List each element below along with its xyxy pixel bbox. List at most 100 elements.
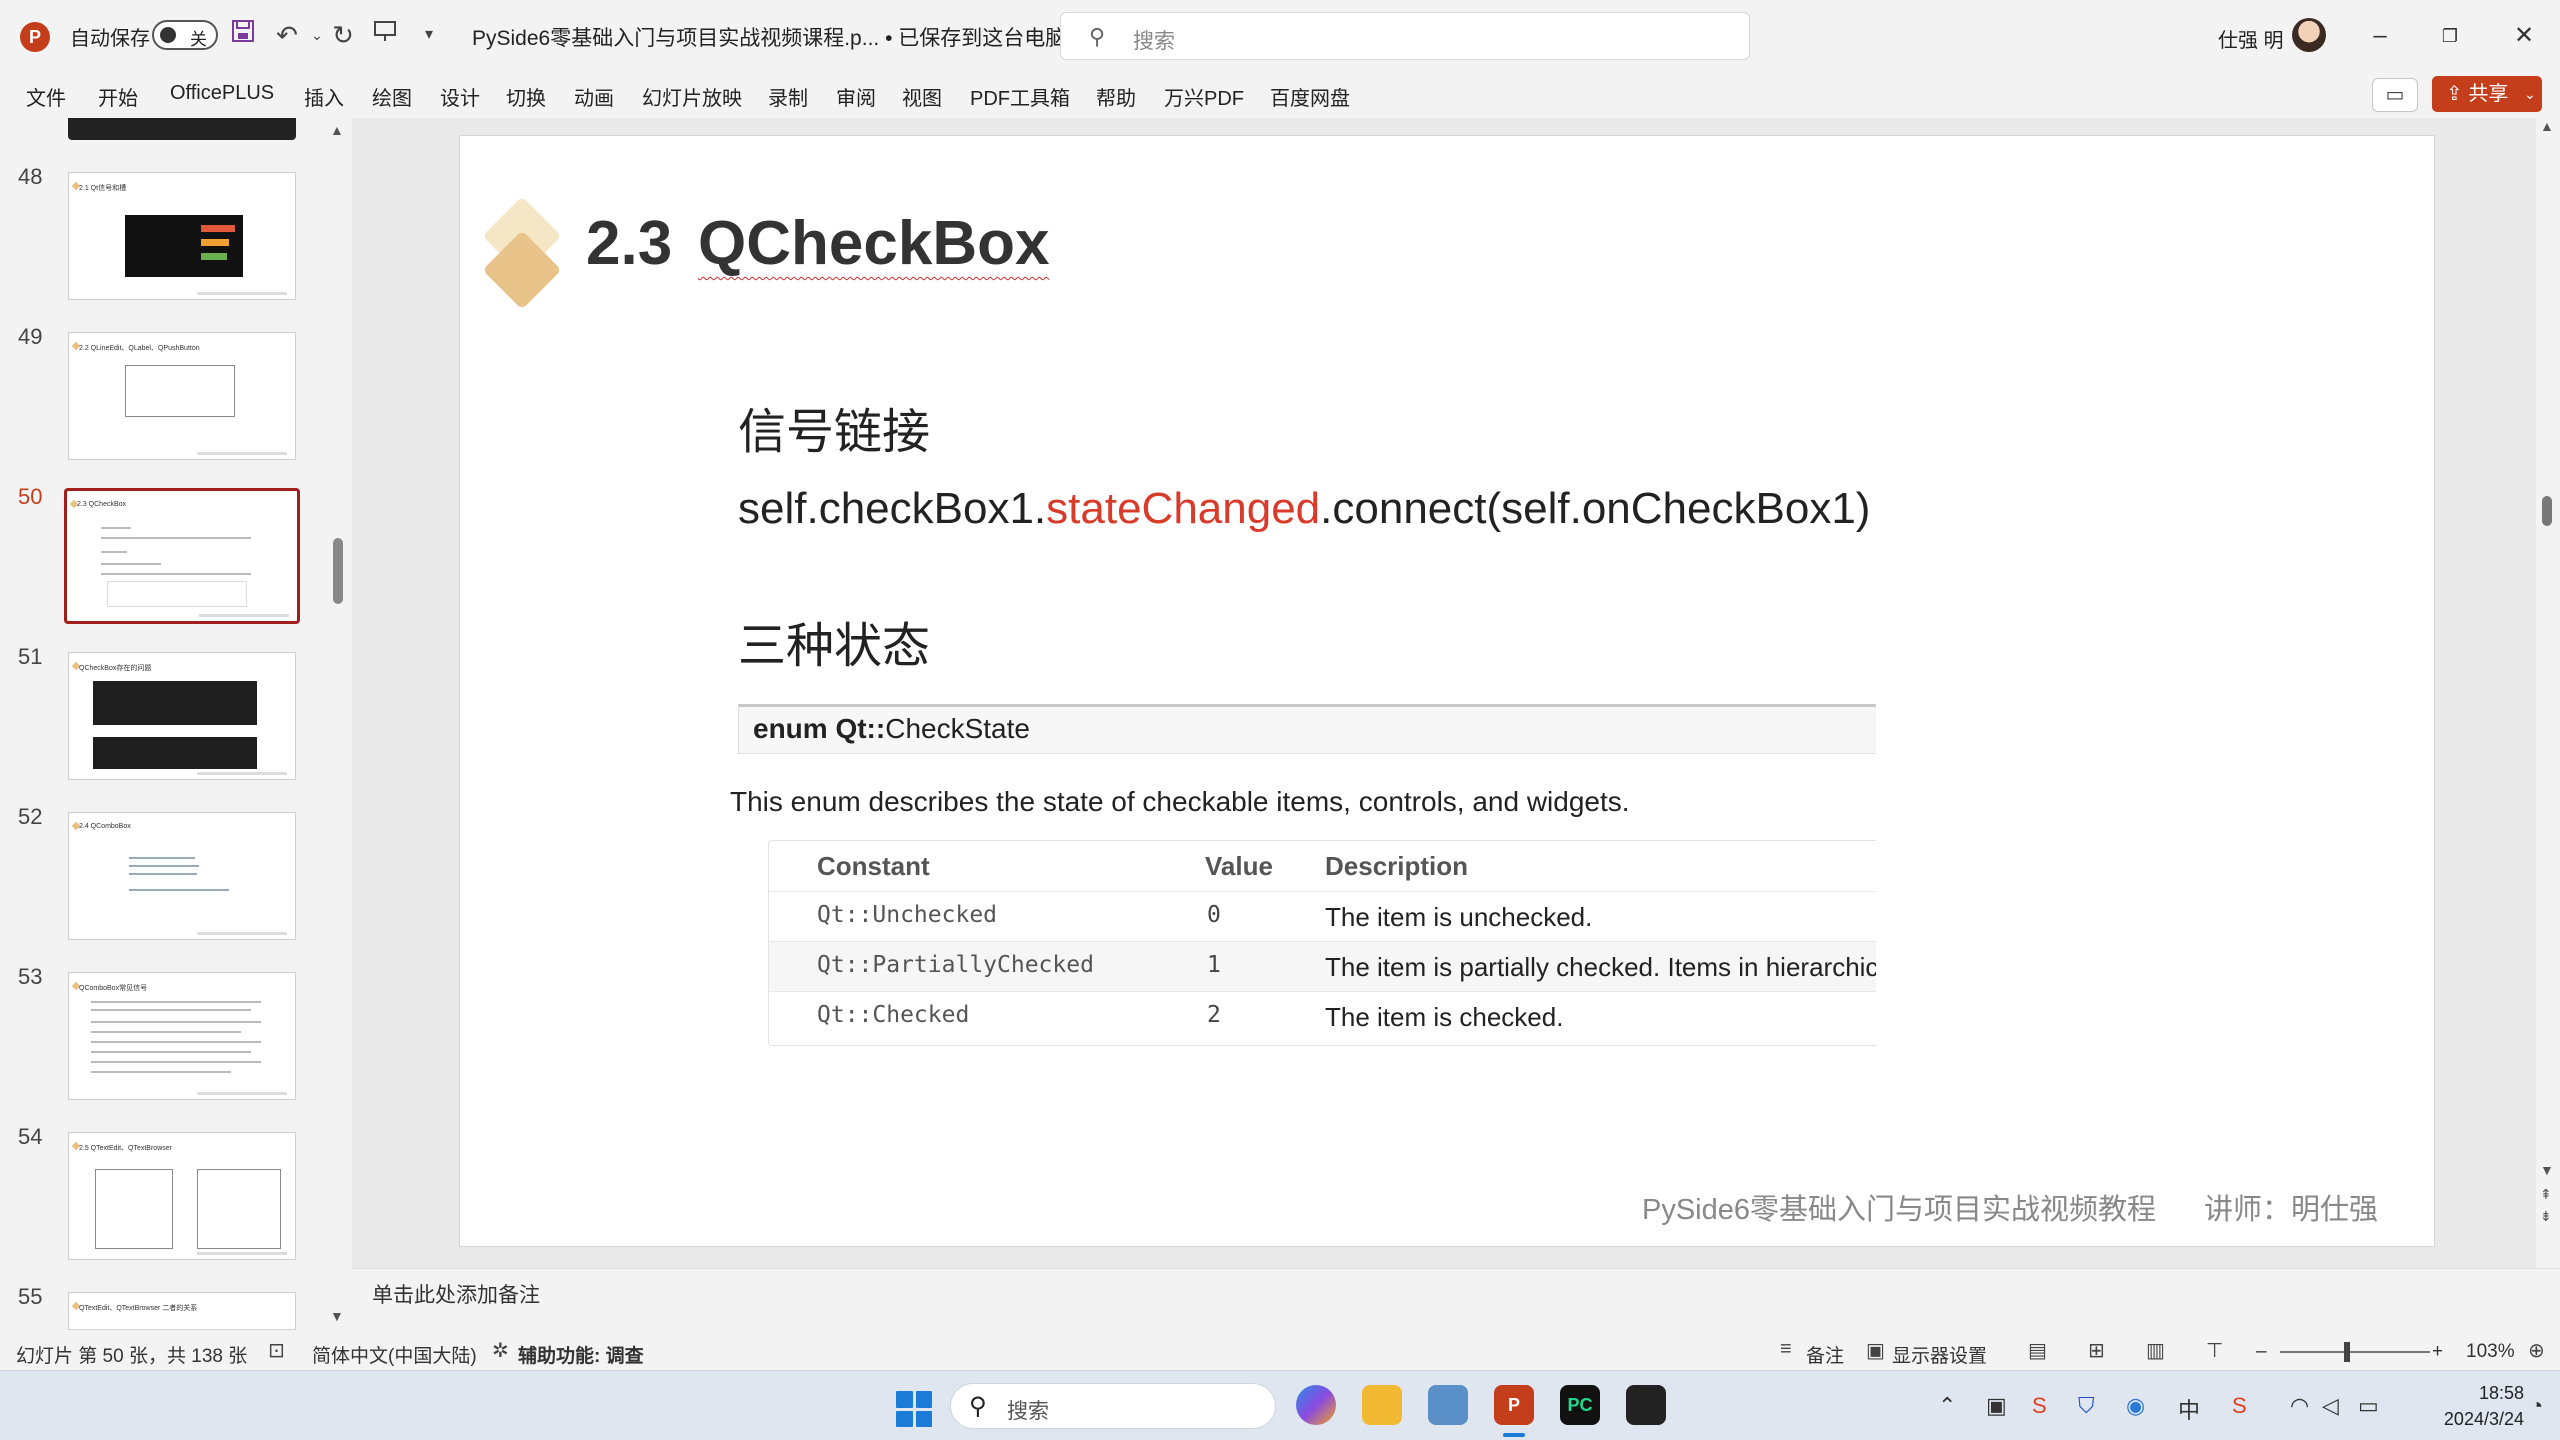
comments-button[interactable]: ▭ [2372,78,2418,112]
close-icon[interactable]: ✕ [2504,18,2544,54]
thumbnail-window [197,1169,281,1249]
taskbar-search[interactable]: ⚲ 搜索 [950,1383,1276,1429]
redo-icon[interactable]: ↻ [326,18,360,52]
thumbnail-line [129,865,199,867]
tab-help[interactable]: 帮助 [1096,82,1136,111]
thumbnail-slide-53[interactable]: QComboBox常见信号 [68,972,296,1100]
tab-review[interactable]: 审阅 [836,82,876,111]
tab-slideshow[interactable]: 幻灯片放映 [642,82,742,111]
previous-slide-icon[interactable]: ⇞ [2540,1186,2552,1203]
thumbnail-slide-49[interactable]: 2.2 QLineEdit、QLabel、QPushButton [68,332,296,460]
slideshow-icon[interactable]: ⊤ [2206,1338,2223,1363]
scroll-up-icon[interactable]: ▲ [330,122,344,138]
normal-view-icon[interactable]: ▤ [2028,1338,2047,1363]
current-slide[interactable]: 2.3 QCheckBox 信号链接 self.checkBox1.stateC… [460,136,2434,1246]
share-dropdown-icon: ⌄ [2524,86,2536,102]
thumbnail-slide-51[interactable]: QCheckBox存在的问题 [68,652,296,780]
slide-sorter-icon[interactable]: ⊞ [2088,1338,2105,1363]
volume-icon[interactable]: ◁ [2322,1393,2339,1419]
restore-icon[interactable]: ❐ [2430,18,2470,54]
copilot-icon[interactable] [1296,1385,1336,1425]
thumbnail-footer [197,1252,287,1255]
thumbnail-slide-50[interactable]: 2.3 QCheckBox [64,488,300,624]
notes-toggle[interactable]: 备注 [1806,1341,1844,1368]
next-slide-icon[interactable]: ⇟ [2540,1208,2552,1225]
present-icon[interactable] [368,18,402,52]
thumbnail-line [101,537,251,539]
tab-design[interactable]: 设计 [440,82,480,111]
photos-icon[interactable] [1428,1385,1468,1425]
reading-view-icon[interactable]: ▥ [2146,1338,2165,1363]
search-icon: ⚲ [969,1393,987,1420]
slide-scrollbar[interactable]: ▲ ▼ ⇞ ⇟ [2536,118,2560,1228]
scroll-up-icon[interactable]: ▲ [2540,118,2554,134]
search-box[interactable]: ⚲ 搜索 [1060,12,1750,60]
zoom-slider-thumb[interactable] [2344,1342,2350,1362]
security-shield-icon[interactable]: ⛉ [2078,1393,2095,1419]
tab-pdf-toolbox[interactable]: PDF工具箱 [970,82,1070,111]
zoom-out-icon[interactable]: – [2256,1341,2267,1363]
accessibility-status[interactable]: 辅助功能: 调查 [518,1341,644,1368]
slide-counter[interactable]: 幻灯片 第 50 张，共 138 张 [16,1341,247,1368]
battery-icon[interactable]: ▭ [2358,1393,2379,1419]
tab-wondershare-pdf[interactable]: 万兴PDF [1164,82,1244,111]
clock-date[interactable]: 2024/3/24 [2424,1409,2524,1430]
notifications-icon[interactable]: ◔ [2530,1393,2543,1419]
notes-placeholder: 单击此处添加备注 [372,1284,540,1307]
scroll-down-icon[interactable]: ▼ [330,1308,344,1324]
share-button[interactable]: ⇪ 共享 ⌄ [2432,76,2542,112]
zoom-in-icon[interactable]: + [2432,1341,2443,1363]
tray-app-icon[interactable]: S [2232,1393,2247,1419]
zoom-level[interactable]: 103% [2466,1341,2515,1363]
tab-record[interactable]: 录制 [768,82,808,111]
slide-title: QCheckBox [698,209,1050,278]
display-settings-button[interactable]: 显示器设置 [1892,1341,1987,1368]
tab-file[interactable]: 文件 [26,82,66,111]
thumbnail-slide-52[interactable]: 2.4 QComboBox [68,812,296,940]
show-hidden-icons-icon[interactable]: ⌃ [1938,1393,1956,1419]
tab-transitions[interactable]: 切换 [506,82,546,111]
tray-app-icon[interactable]: ▣ [1986,1393,2007,1419]
customize-toolbar-icon[interactable]: ▾ [412,18,446,52]
tray-app-icon[interactable]: ◉ [2126,1393,2145,1419]
tab-insert[interactable]: 插入 [304,82,344,111]
code-prefix: self.checkBox1. [738,484,1047,533]
powerpoint-taskbar-icon[interactable]: P [1494,1385,1534,1425]
clock-time[interactable]: 18:58 [2454,1383,2524,1404]
tray-app-icon[interactable]: S [2032,1393,2047,1419]
thumbnail-scrollbar[interactable]: ▲ ▼ [330,118,344,1334]
thumbnail-partial[interactable] [68,118,296,140]
spellcheck-icon[interactable]: ⊡ [268,1338,285,1363]
minimize-icon[interactable]: – [2360,18,2400,54]
undo-icon[interactable]: ↶ [270,18,304,52]
wifi-icon[interactable]: ◠ [2290,1393,2309,1419]
scroll-handle[interactable] [333,538,343,604]
tab-officeplus[interactable]: OfficePLUS [170,82,274,105]
document-title[interactable]: PySide6零基础入门与项目实战视频课程.p... • 已保存到这台电脑 ⌵ [472,22,1088,52]
thumbnail-footer [197,452,287,455]
screen-recorder-icon[interactable] [1626,1385,1666,1425]
tab-view[interactable]: 视图 [902,82,942,111]
avatar[interactable] [2292,18,2326,52]
pycharm-icon[interactable]: PC [1560,1385,1600,1425]
scroll-handle[interactable] [2542,496,2552,526]
scroll-down-icon[interactable]: ▼ [2540,1162,2554,1178]
tab-animations[interactable]: 动画 [574,82,614,111]
ime-indicator[interactable]: 中 [2178,1393,2200,1425]
tab-draw[interactable]: 绘图 [372,82,412,111]
zoom-slider[interactable] [2280,1351,2430,1353]
thumbnail-slide-55[interactable]: QTextEdit、QTextBrowser 二者的关系 [68,1292,296,1330]
windows-start-icon[interactable] [896,1391,932,1427]
notes-pane[interactable]: 单击此处添加备注 [352,1268,2560,1334]
save-icon[interactable] [226,18,260,52]
file-explorer-icon[interactable] [1362,1385,1402,1425]
autosave-toggle[interactable]: 关 [152,20,218,50]
thumbnail-slide-48[interactable]: 2.1 Qt信号和槽 [68,172,296,300]
thumbnail-slide-54[interactable]: 2.5 QTextEdit、QTextBrowser [68,1132,296,1260]
tab-baidu-netdisk[interactable]: 百度网盘 [1270,82,1350,111]
user-name[interactable]: 仕强 明 [2218,24,2284,53]
language-indicator[interactable]: 简体中文(中国大陆) [312,1341,477,1368]
tab-home[interactable]: 开始 [98,82,138,111]
fit-to-window-icon[interactable]: ⊕ [2528,1338,2545,1363]
thumbnail-number-active: 50 [18,484,43,509]
